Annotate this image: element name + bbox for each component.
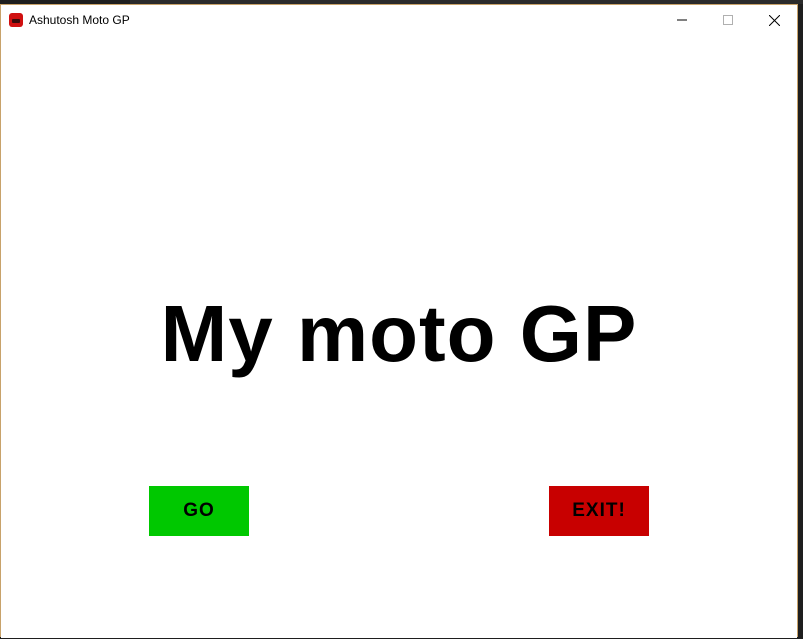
go-button[interactable]: GO (149, 486, 249, 536)
minimize-button[interactable] (659, 5, 705, 35)
window-title: Ashutosh Moto GP (29, 13, 130, 27)
game-canvas: My moto GP GO EXIT! (1, 35, 797, 638)
exit-button[interactable]: EXIT! (549, 486, 649, 536)
desktop: Ashutosh Moto GP My moto GP GO EXIT! (0, 0, 803, 639)
window-controls (659, 5, 797, 35)
app-window: Ashutosh Moto GP My moto GP GO EXIT! (0, 4, 798, 638)
title-bar[interactable]: Ashutosh Moto GP (1, 5, 797, 35)
game-title: My moto GP (160, 289, 638, 378)
close-button[interactable] (751, 5, 797, 35)
maximize-icon (723, 15, 733, 25)
maximize-button[interactable] (705, 5, 751, 35)
close-icon (768, 14, 780, 26)
app-car-icon (9, 13, 23, 27)
minimize-icon (677, 19, 687, 21)
